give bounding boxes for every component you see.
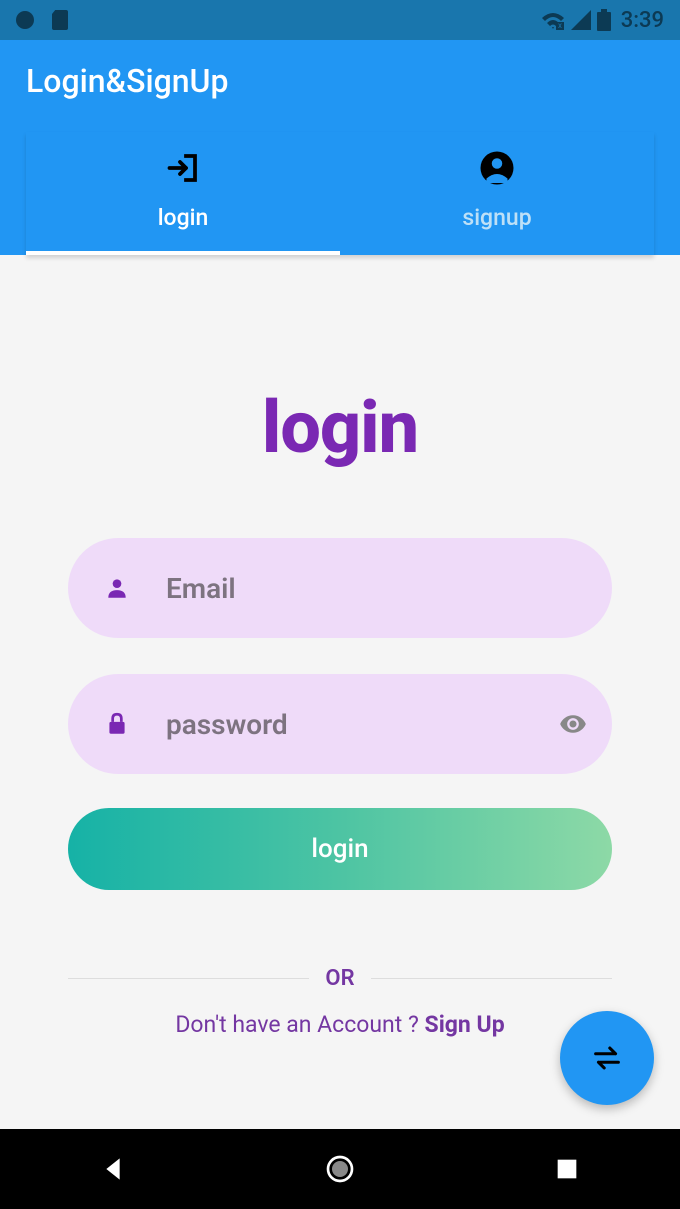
status-left (16, 10, 68, 30)
visibility-icon[interactable] (559, 710, 587, 738)
signup-link[interactable]: Sign Up (425, 1011, 505, 1038)
divider: OR (68, 966, 612, 991)
status-right: x 3:39 (541, 8, 664, 33)
notification-icon (16, 11, 34, 29)
email-input[interactable] (166, 572, 576, 605)
tabs: login signup (26, 132, 654, 255)
account-icon (479, 150, 515, 186)
tab-login-label: login (158, 204, 209, 231)
signup-prompt: Don't have an Account ? Sign Up (68, 1011, 612, 1038)
person-icon (104, 575, 130, 601)
password-input[interactable] (166, 708, 523, 741)
login-icon (165, 150, 201, 186)
divider-line-right (371, 978, 612, 979)
status-time: 3:39 (621, 8, 664, 33)
back-button[interactable] (97, 1153, 129, 1185)
navigation-bar (0, 1129, 680, 1209)
lock-icon (104, 711, 130, 737)
login-button-label: login (311, 834, 368, 864)
email-field-container[interactable] (68, 538, 612, 638)
swap-icon (590, 1043, 624, 1073)
content: login login OR Don' (0, 385, 680, 1038)
login-heading: login (68, 385, 612, 470)
divider-line-left (68, 978, 309, 979)
tab-signup-label: signup (462, 204, 531, 231)
tab-login[interactable]: login (26, 132, 340, 255)
divider-text: OR (325, 966, 354, 991)
tab-signup[interactable]: signup (340, 132, 654, 255)
login-button[interactable]: login (68, 808, 612, 890)
wifi-icon: x (541, 10, 565, 30)
recents-button[interactable] (551, 1153, 583, 1185)
signal-icon (571, 10, 591, 30)
password-field-container[interactable] (68, 674, 612, 774)
battery-icon (597, 9, 611, 31)
app-title: Login&SignUp (26, 62, 654, 100)
sd-card-icon (52, 10, 68, 30)
svg-text:x: x (558, 21, 562, 30)
input-group (68, 538, 612, 774)
status-bar: x 3:39 (0, 0, 680, 40)
signup-prompt-text: Don't have an Account ? (175, 1011, 424, 1038)
app-bar: Login&SignUp login signup (0, 40, 680, 255)
home-button[interactable] (324, 1153, 356, 1185)
swap-fab[interactable] (560, 1011, 654, 1105)
